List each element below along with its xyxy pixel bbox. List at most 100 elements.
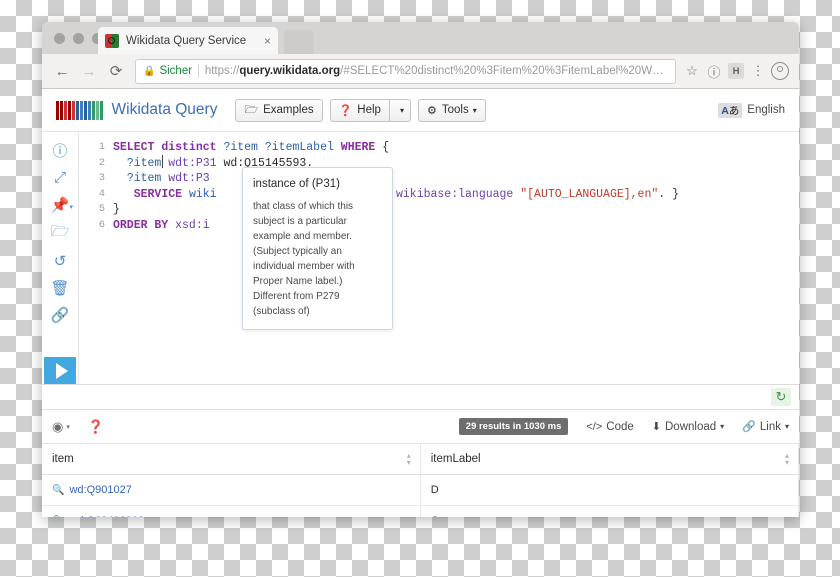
history-icon[interactable]: ↺ xyxy=(47,251,73,273)
browser-tab-active[interactable]: Wikidata Query Service × xyxy=(98,27,278,54)
editor-tool-rail: ⓘ ⤢ 📌 ▾ 🗁 ↺ 🗑 🔗 xyxy=(42,132,79,384)
tooltip-title: instance of (P31) xyxy=(253,178,340,190)
refresh-icon[interactable]: ↻ xyxy=(771,388,791,406)
sort-arrows-icon[interactable]: ▴ ▾ xyxy=(785,452,789,467)
info-icon-glyph: ⓘ xyxy=(52,143,68,161)
line-number: 1 xyxy=(98,141,105,153)
download-button[interactable]: ⬇ Download ▾ xyxy=(652,420,724,434)
close-tab-icon[interactable]: × xyxy=(264,35,271,47)
code-token: { xyxy=(375,141,390,154)
tools-button[interactable]: ⚙ Tools ▾ xyxy=(417,98,486,122)
bookmark-star-icon[interactable]: ☆ xyxy=(681,60,703,82)
address-bar[interactable]: 🔒 Sicher https:// query.wikidata.org /#S… xyxy=(135,58,676,84)
column-header[interactable]: itemLabel ▴ ▾ xyxy=(420,444,799,475)
search-icon[interactable]: 🔍 xyxy=(52,516,64,517)
url-host: query.wikidata.org xyxy=(239,65,341,77)
browser-tabstrip: Wikidata Query Service × xyxy=(42,22,799,54)
code-line: 2 ?item wdt:P31 wd:Q15145593. xyxy=(79,156,799,172)
run-query-button[interactable] xyxy=(44,357,76,384)
code-text: } xyxy=(113,202,120,218)
browser-menu-icon[interactable]: ⋮ xyxy=(747,60,769,82)
code-token: ?itemLabel xyxy=(264,141,334,154)
close-window-button[interactable] xyxy=(54,33,65,44)
search-icon[interactable]: 🔍 xyxy=(52,485,64,496)
code-lines: 1 SELECT distinct ?item ?itemLabel WHERE … xyxy=(79,140,799,233)
info-icon[interactable]: ⓘ xyxy=(47,140,73,162)
page-info-icon[interactable]: ⓘ xyxy=(703,60,725,82)
eye-glyph: ◉ xyxy=(52,418,64,434)
code-token: distinct xyxy=(161,141,217,154)
wikidata-logo-icon xyxy=(56,100,103,120)
code-token: ?item xyxy=(126,172,162,185)
chevron-down-icon: ▾ xyxy=(399,105,404,115)
item-label-cell: Q xyxy=(420,505,799,517)
link-button[interactable]: 🔗 Link ▾ xyxy=(742,420,789,434)
column-header-label: itemLabel xyxy=(430,453,481,465)
code-token: wdt:P31 xyxy=(168,156,217,170)
sort-arrows-icon[interactable]: ▴ ▾ xyxy=(407,452,411,467)
table-row: 🔍 wd:Q98400000 Q xyxy=(42,505,799,517)
link-icon[interactable]: 🔗 xyxy=(47,304,73,326)
item-label-cell: D xyxy=(420,474,799,506)
app-header: Wikidata Query 🗁 Examples ❓ Help ▾ ⚙ Too… xyxy=(42,89,799,132)
logo-stripe xyxy=(60,100,63,120)
gear-icon: ⚙ xyxy=(426,104,437,117)
sparql-code-editor[interactable]: 1 SELECT distinct ?item ?itemLabel WHERE … xyxy=(79,132,799,384)
trash-icon[interactable]: 🗑 xyxy=(47,277,73,299)
wikidata-favicon xyxy=(105,33,119,48)
profile-avatar-icon[interactable] xyxy=(769,60,791,82)
results-refresh-row: ↻ xyxy=(42,385,799,410)
extension-badge: H xyxy=(728,63,744,79)
logo-stripe xyxy=(96,100,99,120)
code-token: WHERE xyxy=(340,141,376,154)
view-eye-icon[interactable]: ◉ ▾ xyxy=(52,419,70,435)
item-link[interactable]: wd:Q98400000 xyxy=(69,515,144,517)
link-label: Link xyxy=(759,420,781,433)
logo-stripe xyxy=(64,100,67,120)
folder-open-icon[interactable]: 🗁 xyxy=(47,221,73,246)
column-header[interactable]: item ▴ ▾ xyxy=(42,444,421,475)
examples-button[interactable]: 🗁 Examples xyxy=(235,98,323,122)
extension-icon[interactable]: H xyxy=(725,60,747,82)
reload-icon[interactable]: ⟳ xyxy=(104,59,128,83)
logo-stripe xyxy=(56,100,59,120)
language-label: English xyxy=(747,104,785,116)
pin-icon[interactable]: 📌 ▾ xyxy=(47,194,73,216)
item-link[interactable]: wd:Q901027 xyxy=(69,484,131,496)
back-icon[interactable]: ← xyxy=(50,59,74,83)
help-button[interactable]: ❓ Help xyxy=(329,98,390,122)
logo-stripe xyxy=(88,100,91,120)
code-icon: </> xyxy=(586,420,603,433)
logo-stripe xyxy=(80,100,83,120)
code-button[interactable]: </> Code xyxy=(586,421,633,433)
new-tab-button[interactable] xyxy=(284,30,314,54)
item-cell: 🔍 wd:Q901027 xyxy=(42,474,421,506)
browser-toolbar: ← → ⟳ 🔒 Sicher https:// query.wikidata.o… xyxy=(42,54,799,89)
results-header-row: item ▴ ▾ itemLabel ▴ ▾ xyxy=(42,444,799,475)
results-table: item ▴▾ itemLabel ▴▾ 🔍 wd:Q901027 D 🔍 wd:Q98400… xyxy=(42,444,799,517)
logo-stripe xyxy=(100,100,103,120)
language-selector[interactable]: Aあ English xyxy=(718,102,785,118)
logo-stripe xyxy=(72,100,75,120)
fullscreen-icon[interactable]: ⤢ xyxy=(47,167,73,189)
url-divider xyxy=(198,64,199,78)
window-traffic-lights xyxy=(54,33,103,44)
tooltip-description: that class of which this subject is a pa… xyxy=(253,200,355,317)
property-tooltip: instance of (P31) that class of which th… xyxy=(242,167,393,330)
results-toolbar: ◉ ▾ ❓ 29 results in 1030 ms </> Code ⬇ D… xyxy=(42,410,799,444)
line-number: 6 xyxy=(98,218,105,231)
results-help-icon[interactable]: ❓ xyxy=(88,419,104,435)
item-cell: 🔍 wd:Q98400000 xyxy=(42,505,421,517)
minimize-window-button[interactable] xyxy=(73,33,84,44)
table-row: 🔍 wd:Q901027 D xyxy=(42,474,799,506)
help-dropdown-button[interactable]: ▾ xyxy=(389,98,411,122)
code-text: SELECT distinct ?item ?itemLabel WHERE { xyxy=(113,140,389,156)
url-path: /#SELECT%20distinct%20%3Fitem%20%3FitemL… xyxy=(340,65,668,77)
code-token: "[AUTO_LANGUAGE],en" xyxy=(520,187,659,201)
lock-icon: 🔒 xyxy=(143,65,156,77)
logo-stripe xyxy=(68,100,71,120)
query-editor-region: ⓘ ⤢ 📌 ▾ 🗁 ↺ 🗑 🔗 1 SELECT distinct ?item ?itemLab… xyxy=(42,132,799,385)
